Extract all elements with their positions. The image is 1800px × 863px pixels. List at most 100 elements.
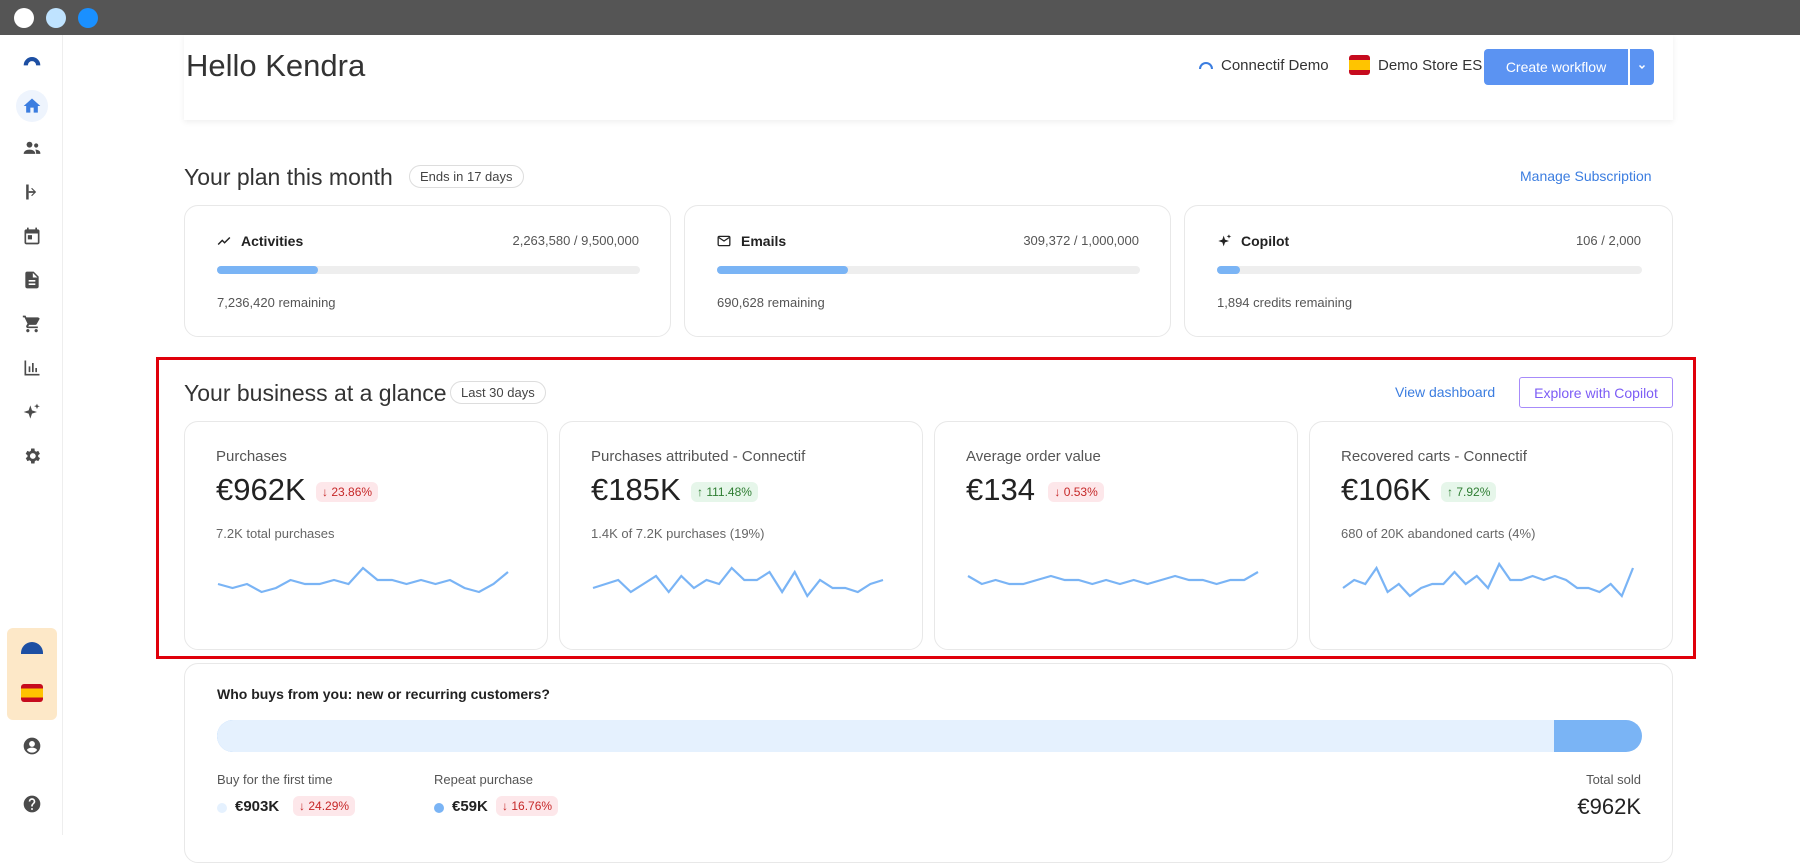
user-profile-icon[interactable]	[18, 732, 46, 760]
kpi-title: Average order value	[966, 448, 1101, 465]
plan-card-name: Emails	[741, 233, 787, 249]
mail-icon	[717, 235, 731, 247]
page-title: Hello Kendra	[186, 48, 366, 83]
kpi-value: €134	[966, 472, 1035, 507]
copilot-sparkle-icon[interactable]	[18, 398, 46, 426]
window-maximize-dot[interactable]	[78, 8, 98, 28]
kpi-sparkline	[1342, 561, 1635, 599]
explore-copilot-button[interactable]: Explore with Copilot	[1519, 377, 1673, 408]
create-workflow-button[interactable]: Create workflow	[1484, 49, 1628, 85]
analytics-icon[interactable]	[18, 354, 46, 382]
kpi-value: €962K	[216, 472, 306, 507]
spain-flag-icon	[21, 684, 43, 702]
plan-card-remaining: 1,894 credits remaining	[1217, 295, 1353, 310]
business-period-badge: Last 30 days	[450, 381, 546, 404]
kpi-change-badge: ↓ 23.86%	[316, 482, 379, 502]
workflow-icon[interactable]	[18, 178, 46, 206]
kpi-sparkline	[967, 571, 1259, 586]
customers-split-bar	[217, 720, 1642, 752]
settings-icon[interactable]	[18, 442, 46, 470]
plan-card-usage: 106 / 2,000	[1575, 233, 1641, 248]
account-name: Connectif Demo	[1221, 57, 1329, 74]
plan-card-copilot: Copilot 106 / 2,000 1,894 credits remain…	[1184, 205, 1673, 337]
plan-period-badge: Ends in 17 days	[409, 165, 524, 188]
arrow-up-icon: ↑	[697, 485, 707, 499]
plan-card-remaining: 7,236,420 remaining	[217, 295, 336, 310]
create-workflow-label: Create workflow	[1505, 59, 1607, 75]
document-icon[interactable]	[18, 266, 46, 294]
plan-card-name: Activities	[241, 233, 304, 249]
plan-progress-bar	[217, 266, 640, 274]
plan-card-remaining: 690,628 remaining	[717, 295, 825, 310]
first-time-value: €903K	[235, 798, 280, 815]
kpi-sparkline-line	[1342, 561, 1635, 599]
window-titlebar	[0, 0, 1800, 35]
trend-icon	[217, 236, 231, 246]
kpi-card[interactable]: Purchases €962K ↓ 23.86% 7.2K total purchas…	[184, 421, 548, 650]
kpi-sparkline-line	[967, 571, 1259, 586]
plan-card-usage: 2,263,580 / 9,500,000	[512, 233, 639, 248]
kpi-card[interactable]: Recovered carts - Connectif €106K ↑ 7.92% 6…	[1309, 421, 1673, 650]
spain-flag-icon	[1349, 55, 1370, 75]
view-dashboard-link[interactable]: View dashboard	[1395, 384, 1495, 400]
kpi-subtext: 1.4K of 7.2K purchases (19%)	[591, 526, 765, 541]
plan-progress-fill	[1217, 266, 1240, 274]
kpi-subtext: 7.2K total purchases	[216, 526, 335, 541]
kpi-subtext: 680 of 20K abandoned carts (4%)	[1341, 526, 1536, 541]
create-workflow-dropdown[interactable]	[1630, 49, 1654, 85]
help-icon[interactable]	[18, 790, 46, 818]
kpi-value: €185K	[591, 472, 681, 507]
first-time-label: Buy for the first time	[217, 772, 333, 787]
customers-title: Who buys from you: new or recurring cust…	[217, 686, 550, 702]
repeat-change: 16.76%	[511, 799, 553, 813]
account-switcher[interactable]	[7, 628, 57, 720]
kpi-change-badge: ↓ 0.53%	[1048, 482, 1104, 502]
arrow-up-icon: ↑	[1447, 485, 1457, 499]
account-selector[interactable]: Connectif Demo	[1199, 57, 1329, 74]
kpi-sparkline	[217, 566, 509, 594]
kpi-change-badge: ↑ 7.92%	[1441, 482, 1497, 502]
main-content: Hello Kendra Connectif Demo Demo Store E…	[63, 35, 1800, 863]
sidebar	[0, 35, 63, 835]
calendar-icon[interactable]	[18, 222, 46, 250]
kpi-value: €106K	[1341, 472, 1431, 507]
kpi-sparkline-line	[592, 566, 884, 599]
window-close-dot[interactable]	[14, 8, 34, 28]
logo-icon[interactable]	[18, 48, 46, 76]
new-customers-segment	[217, 720, 1554, 752]
kpi-card[interactable]: Purchases attributed - Connectif €185K ↑ 1…	[559, 421, 923, 650]
plan-progress-fill	[717, 266, 848, 274]
kpi-card[interactable]: Average order value €134 ↓ 0.53%	[934, 421, 1298, 650]
repeat-value: €59K	[452, 798, 488, 815]
business-title: Your business at a glance	[184, 380, 447, 406]
plan-title: Your plan this month	[184, 164, 393, 190]
kpi-change: 111.48%	[706, 485, 752, 499]
total-sold-label: Total sold	[1586, 772, 1641, 787]
plan-progress-fill	[217, 266, 318, 274]
cart-icon[interactable]	[18, 310, 46, 338]
first-time-change: 24.29%	[308, 799, 350, 813]
home-icon[interactable]	[16, 90, 48, 122]
customers-card: Who buys from you: new or recurring cust…	[184, 663, 1673, 863]
repeat-dot	[434, 803, 444, 813]
manage-subscription-link[interactable]: Manage Subscription	[1520, 168, 1652, 184]
store-selector[interactable]: Demo Store ES	[1349, 55, 1482, 75]
repeat-label: Repeat purchase	[434, 772, 534, 787]
first-time-dot	[217, 803, 227, 813]
kpi-change: 7.92%	[1456, 485, 1491, 499]
kpi-title: Purchases attributed - Connectif	[591, 448, 806, 465]
window-minimize-dot[interactable]	[46, 8, 66, 28]
plan-progress-bar	[1217, 266, 1642, 274]
kpi-sparkline	[592, 566, 884, 599]
repeat-change-badge: ↓ 16.76%	[496, 796, 559, 816]
arrow-down-icon: ↓	[322, 485, 332, 499]
contacts-icon[interactable]	[18, 134, 46, 162]
plan-card-emails: Emails 309,372 / 1,000,000 690,628 remai…	[684, 205, 1171, 337]
kpi-change-badge: ↑ 111.48%	[691, 482, 758, 502]
kpi-sparkline-line	[217, 566, 509, 594]
plan-card-usage: 309,372 / 1,000,000	[1023, 233, 1139, 248]
plan-card-name: Copilot	[1241, 233, 1290, 249]
account-logo-icon	[21, 642, 43, 654]
sparkle-icon	[1218, 234, 1232, 247]
kpi-title: Recovered carts - Connectif	[1341, 448, 1527, 465]
